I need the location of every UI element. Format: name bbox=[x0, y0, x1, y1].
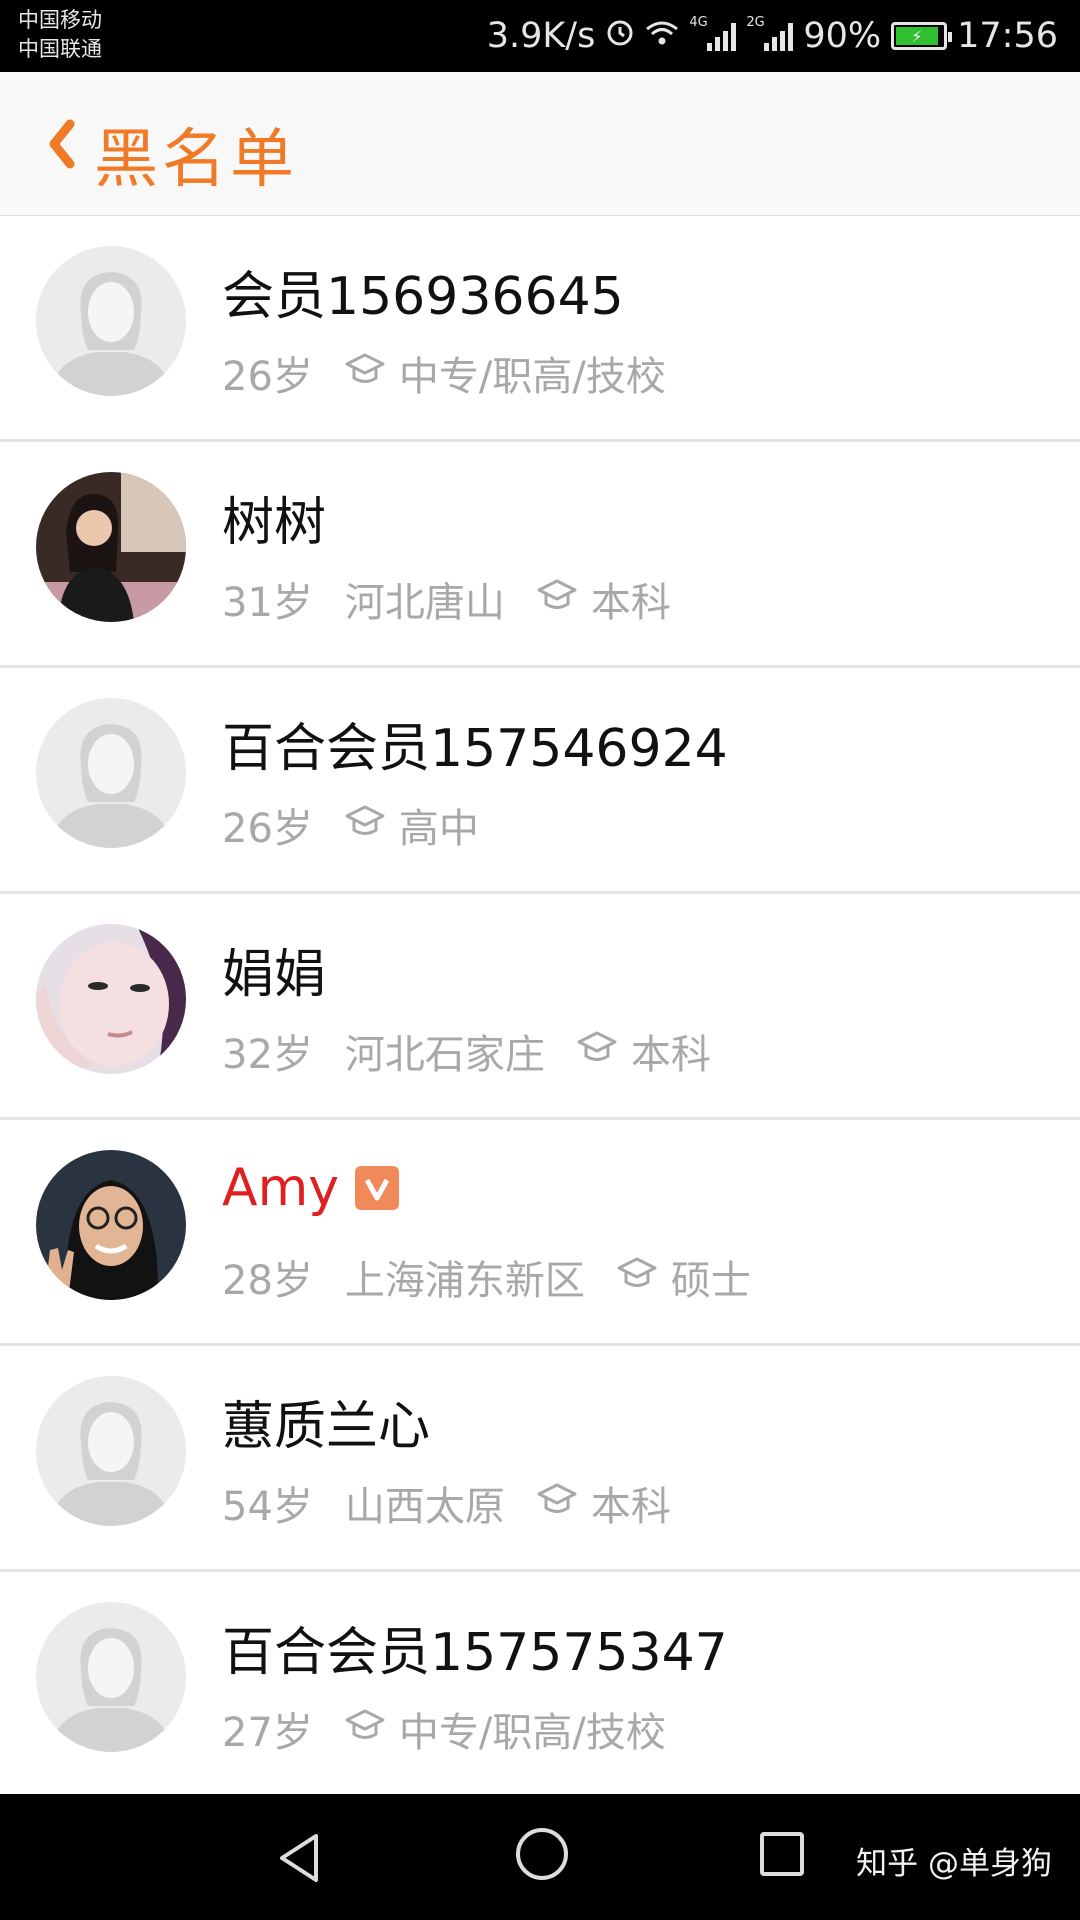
battery-level: 90% bbox=[803, 16, 882, 56]
status-indicators: 3.9K/s 4G 2G 90% ⚡ 17:56 bbox=[487, 0, 1058, 72]
member-meta: 27岁 中专/职高/技校 bbox=[222, 1700, 666, 1758]
list-item[interactable]: 蕙质兰心 54岁 山西太原 本科 bbox=[0, 1346, 1080, 1572]
member-name: 娟娟 bbox=[222, 945, 327, 1005]
clock: 17:56 bbox=[957, 16, 1058, 56]
education-label: 硕士 bbox=[670, 1258, 751, 1304]
carrier-1: 中国移动 bbox=[18, 8, 102, 32]
battery-icon: ⚡ bbox=[891, 22, 953, 50]
avatar[interactable] bbox=[36, 1376, 186, 1526]
member-name-row: Amy bbox=[222, 1158, 399, 1218]
member-name: Amy bbox=[222, 1158, 339, 1218]
page-title: 黑名单 bbox=[94, 123, 298, 197]
member-age: 31岁 bbox=[222, 580, 313, 626]
signal-icon-2g: 2G bbox=[746, 15, 794, 51]
member-education: 本科 bbox=[577, 1022, 711, 1080]
member-name: 百合会员157575347 bbox=[222, 1623, 728, 1683]
nav-back-icon[interactable] bbox=[272, 1830, 328, 1886]
graduation-cap-icon bbox=[617, 1254, 657, 1300]
member-education: 本科 bbox=[537, 1474, 671, 1532]
member-age: 28岁 bbox=[222, 1258, 313, 1304]
member-name-row: 娟娟 bbox=[222, 932, 326, 1007]
member-education: 硕士 bbox=[617, 1248, 751, 1306]
list-item[interactable]: 百合会员157575347 27岁 中专/职高/技校 bbox=[0, 1572, 1080, 1798]
graduation-cap-icon bbox=[345, 1706, 385, 1752]
education-label: 本科 bbox=[630, 1032, 711, 1078]
education-label: 本科 bbox=[590, 580, 671, 626]
member-education: 中专/职高/技校 bbox=[345, 1700, 666, 1758]
app-header: 黑名单 bbox=[0, 72, 1080, 216]
status-bar: 中国移动 中国联通 3.9K/s 4G 2G 90% ⚡ 17:56 bbox=[0, 0, 1080, 72]
member-age: 27岁 bbox=[222, 1710, 313, 1756]
member-meta: 31岁 河北唐山 本科 bbox=[222, 570, 671, 628]
member-location: 山西太原 bbox=[344, 1484, 505, 1530]
list-item[interactable]: 百合会员157546924 26岁 高中 bbox=[0, 668, 1080, 894]
avatar[interactable] bbox=[36, 246, 186, 396]
education-label: 中专/职高/技校 bbox=[398, 354, 666, 400]
member-education: 中专/职高/技校 bbox=[345, 344, 666, 402]
avatar[interactable] bbox=[36, 1150, 186, 1300]
education-label: 高中 bbox=[398, 806, 479, 852]
back-chevron-icon[interactable] bbox=[46, 118, 76, 170]
member-location: 河北唐山 bbox=[344, 580, 505, 626]
nav-home-icon[interactable] bbox=[516, 1828, 568, 1880]
member-meta: 54岁 山西太原 本科 bbox=[222, 1474, 671, 1532]
member-meta: 28岁 上海浦东新区 硕士 bbox=[222, 1248, 751, 1306]
member-meta: 26岁 高中 bbox=[222, 796, 479, 854]
network-speed: 3.9K/s bbox=[486, 16, 596, 56]
blacklist: 会员156936645 26岁 中专/职高/技校 树树 31岁 河北唐山 本科 百合会员157… bbox=[0, 216, 1080, 1798]
member-education: 本科 bbox=[537, 570, 671, 628]
member-meta: 26岁 中专/职高/技校 bbox=[222, 344, 666, 402]
member-location: 上海浦东新区 bbox=[344, 1258, 585, 1304]
list-item[interactable]: 树树 31岁 河北唐山 本科 bbox=[0, 442, 1080, 668]
member-name-row: 会员156936645 bbox=[222, 254, 624, 329]
nav-recents-icon[interactable] bbox=[760, 1832, 804, 1876]
graduation-cap-icon bbox=[537, 1480, 577, 1526]
member-age: 54岁 bbox=[222, 1484, 313, 1530]
member-education: 高中 bbox=[345, 796, 479, 854]
member-name: 会员156936645 bbox=[222, 267, 624, 327]
member-meta: 32岁 河北石家庄 本科 bbox=[222, 1022, 711, 1080]
member-age: 26岁 bbox=[222, 806, 313, 852]
avatar[interactable] bbox=[36, 924, 186, 1074]
member-name-row: 树树 bbox=[222, 480, 326, 555]
vip-badge-icon bbox=[355, 1166, 399, 1210]
member-location: 河北石家庄 bbox=[344, 1032, 545, 1078]
avatar[interactable] bbox=[36, 1602, 186, 1752]
graduation-cap-icon bbox=[577, 1028, 617, 1074]
member-name-row: 蕙质兰心 bbox=[222, 1384, 430, 1459]
avatar[interactable] bbox=[36, 698, 186, 848]
graduation-cap-icon bbox=[537, 576, 577, 622]
member-name: 百合会员157546924 bbox=[222, 719, 728, 779]
system-nav-bar: 知乎 @单身狗 bbox=[0, 1794, 1080, 1920]
member-name-row: 百合会员157575347 bbox=[222, 1610, 728, 1685]
member-name: 树树 bbox=[222, 493, 327, 553]
member-name-row: 百合会员157546924 bbox=[222, 706, 728, 781]
education-label: 中专/职高/技校 bbox=[398, 1710, 666, 1756]
education-label: 本科 bbox=[590, 1484, 671, 1530]
member-age: 32岁 bbox=[222, 1032, 313, 1078]
graduation-cap-icon bbox=[345, 350, 385, 396]
avatar[interactable] bbox=[36, 472, 186, 622]
list-item[interactable]: 会员156936645 26岁 中专/职高/技校 bbox=[0, 216, 1080, 442]
graduation-cap-icon bbox=[345, 802, 385, 848]
wifi-icon bbox=[645, 16, 679, 56]
alarm-icon bbox=[605, 16, 635, 56]
watermark: 知乎 @单身狗 bbox=[856, 1846, 1052, 1882]
carrier-info: 中国移动 中国联通 bbox=[18, 6, 102, 64]
list-item[interactable]: Amy 28岁 上海浦东新区 硕士 bbox=[0, 1120, 1080, 1346]
member-name: 蕙质兰心 bbox=[222, 1397, 431, 1457]
list-item[interactable]: 娟娟 32岁 河北石家庄 本科 bbox=[0, 894, 1080, 1120]
signal-icon-4g: 4G bbox=[689, 15, 737, 51]
carrier-2: 中国联通 bbox=[18, 37, 102, 61]
member-age: 26岁 bbox=[222, 354, 313, 400]
